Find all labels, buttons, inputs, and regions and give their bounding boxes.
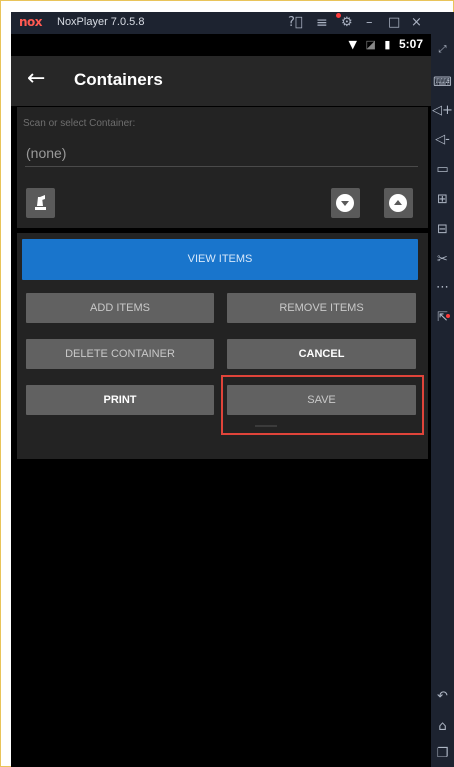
back-icon[interactable]: ↶ bbox=[431, 689, 454, 705]
screen-icon[interactable]: ▭ bbox=[431, 162, 454, 178]
chevron-down-icon bbox=[336, 194, 354, 212]
app-title: NoxPlayer 7.0.5.8 bbox=[57, 16, 145, 28]
fullscreen-icon[interactable]: ⤢ bbox=[431, 42, 454, 58]
print-button[interactable]: PRINT bbox=[26, 385, 214, 415]
container-panel: Scan or select Container: (none) bbox=[17, 107, 428, 228]
back-arrow-icon[interactable]: ← bbox=[27, 66, 45, 91]
minimize-icon[interactable]: – bbox=[366, 13, 373, 33]
status-bar: ▼ ◪ ▮ 5:07 bbox=[11, 34, 431, 56]
scroll-down-button[interactable] bbox=[331, 188, 360, 218]
maximize-icon[interactable]: □ bbox=[388, 13, 400, 33]
select-underline bbox=[25, 166, 418, 167]
signal-icon: ◪ bbox=[365, 38, 376, 51]
toolbar-notification-dot bbox=[446, 314, 450, 318]
right-toolbar: ⤢ ⌨ ◁+ ◁- ▭ ⊞ ⊟ ✂ ⋯ ⇱ ↶ ⌂ ❐ bbox=[431, 12, 454, 767]
volume-up-icon[interactable]: ◁+ bbox=[431, 103, 454, 119]
cancel-button[interactable]: CANCEL bbox=[227, 339, 416, 369]
scan-label: Scan or select Container: bbox=[23, 118, 136, 129]
title-bar: nox NoxPlayer 7.0.5.8 ?⃝ ≡ ⚙ – □ × « bbox=[11, 12, 454, 34]
scanner-icon bbox=[35, 195, 46, 210]
help-icon[interactable]: ?⃝ bbox=[288, 13, 303, 33]
volume-down-icon[interactable]: ◁- bbox=[431, 132, 454, 148]
app-bar: ← Containers bbox=[11, 56, 431, 106]
settings-icon[interactable]: ⚙ bbox=[341, 13, 353, 33]
home-icon[interactable]: ⌂ bbox=[431, 719, 454, 735]
recent-apps-icon[interactable]: ❐ bbox=[431, 746, 454, 762]
status-time: 5:07 bbox=[398, 37, 423, 51]
nox-logo: nox bbox=[19, 15, 43, 29]
status-icons: ▼ ◪ ▮ 5:07 bbox=[344, 37, 423, 51]
delete-container-button[interactable]: DELETE CONTAINER bbox=[26, 339, 214, 369]
scissors-icon[interactable]: ✂ bbox=[431, 252, 454, 268]
multi-window-icon[interactable]: ⇱ bbox=[431, 310, 454, 326]
wifi-icon: ▼ bbox=[348, 38, 357, 51]
chevron-up-icon bbox=[389, 194, 407, 212]
scan-button[interactable] bbox=[26, 188, 55, 218]
menu-icon[interactable]: ≡ bbox=[316, 13, 328, 33]
container-select[interactable]: (none) bbox=[26, 145, 66, 161]
view-items-button[interactable]: VIEW ITEMS bbox=[22, 239, 418, 280]
close-icon[interactable]: × bbox=[411, 13, 422, 33]
remove-items-button[interactable]: REMOVE ITEMS bbox=[227, 293, 416, 323]
keyboard-icon[interactable]: ⌨ bbox=[431, 75, 454, 91]
add-apk-icon[interactable]: ⊞ bbox=[431, 192, 454, 208]
scroll-up-button[interactable] bbox=[384, 188, 413, 218]
add-items-button[interactable]: ADD ITEMS bbox=[26, 293, 214, 323]
more-icon[interactable]: ⋯ bbox=[431, 280, 454, 296]
page-title: Containers bbox=[74, 70, 163, 89]
battery-icon: ▮ bbox=[384, 38, 391, 51]
save-highlight-box bbox=[221, 375, 424, 435]
clean-icon[interactable]: ⊟ bbox=[431, 222, 454, 238]
